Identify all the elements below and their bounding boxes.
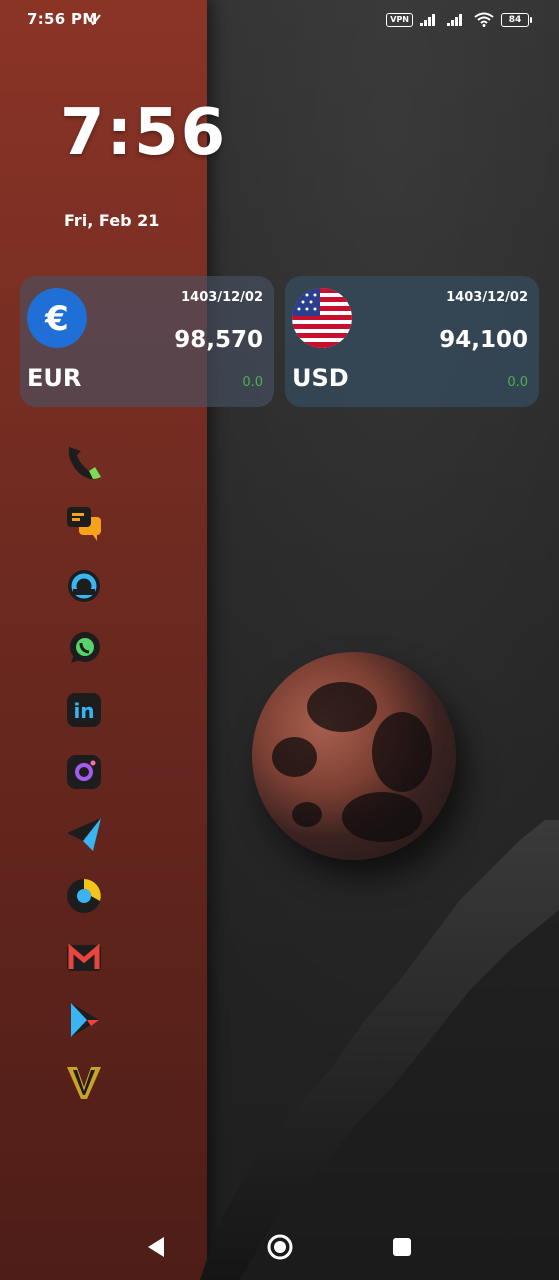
status-time: 7:56 PM — [27, 10, 98, 28]
v-logo-icon — [67, 1067, 101, 1099]
widget-date: 1403/12/02 — [181, 290, 263, 305]
svg-text:in: in — [73, 699, 94, 723]
svg-text:€: € — [44, 299, 69, 339]
navigation-bar — [0, 1210, 559, 1280]
whatsapp-icon — [70, 632, 100, 663]
widget-rate: 98,570 — [174, 327, 263, 353]
currency-widget-eur[interactable]: € 1403/12/02 98,570 EUR 0.0 — [20, 276, 274, 407]
euro-icon: € — [27, 288, 87, 348]
app-phone[interactable] — [63, 441, 105, 483]
vpn-badge: VPN — [386, 12, 413, 27]
back-icon[interactable] — [142, 1232, 172, 1262]
ring-icon — [68, 570, 100, 602]
app-telegram[interactable] — [63, 813, 105, 855]
moon-graphic — [252, 652, 456, 860]
phone-icon — [68, 447, 101, 480]
app-chrome[interactable] — [63, 875, 105, 917]
app-v[interactable] — [63, 1061, 105, 1103]
clock-time[interactable]: 7:56 — [60, 96, 227, 170]
app-whatsapp[interactable] — [63, 627, 105, 669]
gmail-icon — [67, 943, 101, 971]
app-linkedin[interactable]: in — [63, 689, 105, 731]
widget-change: 0.0 — [242, 375, 263, 390]
us-flag-icon — [292, 288, 352, 348]
widget-change: 0.0 — [507, 375, 528, 390]
linkedin-icon: in — [67, 693, 101, 727]
status-bar: 7:56 PM VPN 84 — [0, 0, 559, 38]
widget-currency-code: EUR — [27, 364, 82, 392]
app-ring[interactable] — [63, 565, 105, 607]
play-store-icon — [71, 1003, 99, 1037]
app-instagram[interactable] — [63, 751, 105, 793]
telegram-icon — [67, 818, 101, 851]
currency-widget-usd[interactable]: 1403/12/02 94,100 USD 0.0 — [285, 276, 539, 407]
signal-icon-1 — [420, 14, 435, 26]
recents-icon[interactable] — [387, 1232, 417, 1262]
delivery-check-icon — [89, 14, 101, 25]
clock-date[interactable]: Fri, Feb 21 — [64, 211, 159, 230]
widget-rate: 94,100 — [439, 327, 528, 353]
wifi-icon — [474, 12, 494, 27]
widget-currency-code: USD — [292, 364, 349, 392]
signal-icon-2 — [447, 14, 462, 26]
chrome-icon — [67, 879, 101, 913]
chat-icon — [67, 507, 101, 541]
app-messages[interactable] — [63, 503, 105, 545]
widget-date: 1403/12/02 — [446, 290, 528, 305]
app-play-store[interactable] — [63, 999, 105, 1041]
battery-indicator: 84 — [501, 12, 532, 27]
home-icon[interactable] — [265, 1232, 295, 1262]
app-dock: in — [63, 441, 105, 1123]
app-gmail[interactable] — [63, 937, 105, 979]
instagram-icon — [67, 755, 101, 789]
